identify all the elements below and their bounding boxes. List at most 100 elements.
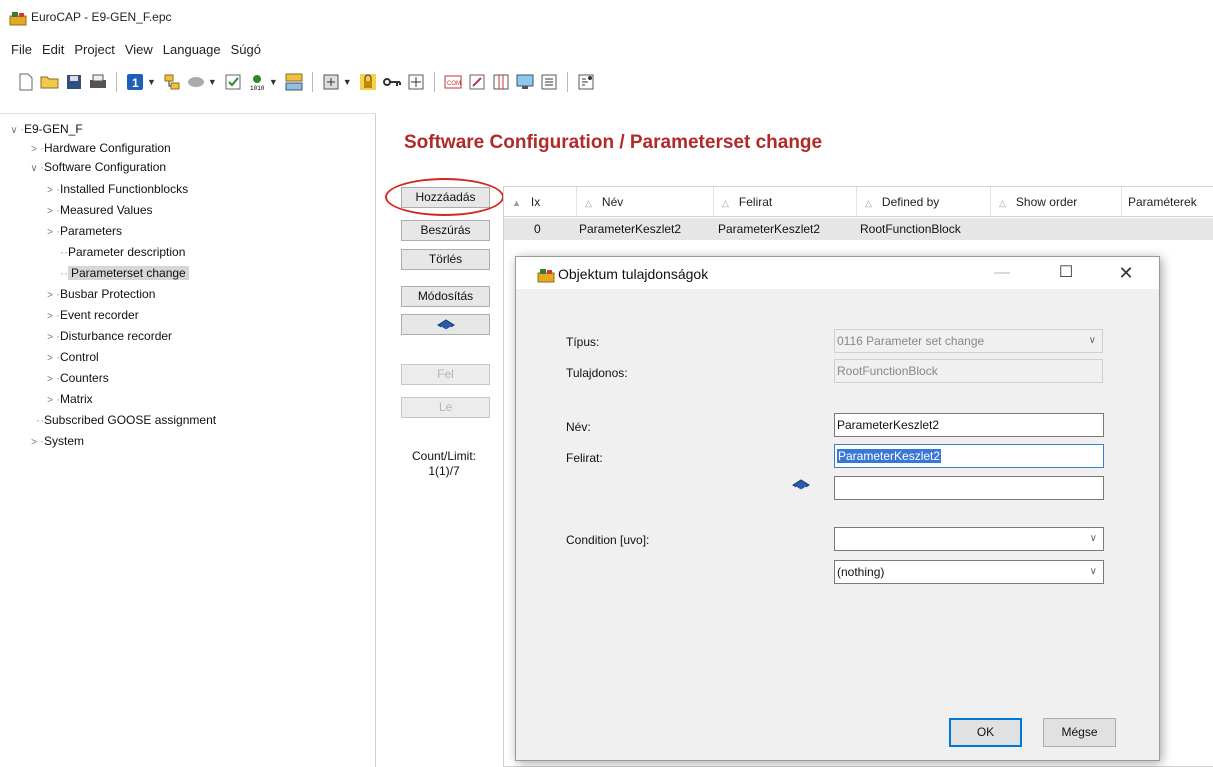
new-file-icon[interactable]: [16, 72, 36, 92]
chevron-right-icon[interactable]: >: [44, 350, 56, 368]
book-icon[interactable]: [792, 478, 810, 492]
tree-node-parameters[interactable]: > ·Parameters: [44, 222, 122, 240]
tree-node-measured[interactable]: > ·Measured Values: [44, 201, 152, 221]
app-logo-icon: [537, 269, 555, 283]
felirat-translation-input[interactable]: [834, 476, 1104, 500]
maximize-icon[interactable]: ☐: [1043, 257, 1089, 289]
cancel-button[interactable]: Mégse: [1043, 718, 1116, 747]
felirat-selected-text: ParameterKeszlet2: [837, 449, 942, 463]
chevron-right-icon[interactable]: >: [44, 371, 56, 389]
minimize-icon[interactable]: —: [979, 257, 1025, 289]
move-up-button[interactable]: Fel: [401, 364, 490, 385]
chevron-right-icon[interactable]: >: [44, 392, 56, 410]
tree-node-busbar[interactable]: > ·Busbar Protection: [44, 285, 155, 303]
check-icon[interactable]: [223, 72, 243, 92]
tree-node-system[interactable]: > ·System: [28, 432, 84, 450]
tree-node-hardware[interactable]: > ·Hardware Configuration: [28, 139, 171, 157]
tree-node-param-desc[interactable]: ··Parameter description: [60, 243, 185, 261]
chevron-down-icon[interactable]: ▼: [208, 77, 217, 87]
menu-view[interactable]: View: [120, 40, 158, 62]
key-icon[interactable]: [382, 72, 402, 92]
chevron-down-icon[interactable]: ▼: [343, 77, 352, 87]
tree-node-event[interactable]: > ·Event recorder: [44, 306, 139, 324]
menu-language[interactable]: Language: [158, 40, 226, 62]
chevron-right-icon[interactable]: >: [44, 308, 56, 326]
nev-input[interactable]: ParameterKeszlet2: [834, 413, 1104, 437]
chevron-down-icon[interactable]: ▼: [269, 77, 278, 87]
chevron-down-icon[interactable]: ∨: [8, 122, 20, 140]
tree-node-counters[interactable]: > ·Counters: [44, 369, 109, 387]
com-port-icon[interactable]: COM: [443, 72, 463, 92]
column-header-ix[interactable]: ▲ Ix: [504, 187, 577, 217]
lcd-icon[interactable]: [515, 72, 535, 92]
tree-node-control[interactable]: > ·Control: [44, 348, 99, 366]
ok-button[interactable]: OK: [949, 718, 1022, 747]
chevron-right-icon[interactable]: >: [44, 182, 56, 200]
save-icon[interactable]: [64, 72, 84, 92]
felirat-input[interactable]: ParameterKeszlet2: [834, 444, 1104, 468]
move-icon[interactable]: [406, 72, 426, 92]
binary-icon[interactable]: 1010: [247, 72, 267, 92]
menu-edit[interactable]: Edit: [37, 40, 69, 62]
properties-icon[interactable]: [576, 72, 596, 92]
print-icon[interactable]: [88, 72, 108, 92]
menu-project[interactable]: Project: [69, 40, 119, 62]
chevron-down-icon[interactable]: ▼: [147, 77, 156, 87]
tree-node-disturbance[interactable]: > ·Disturbance recorder: [44, 327, 172, 345]
toolbar-separator: [433, 72, 435, 92]
project-tree: ∨ ·E9-GEN_F > ·Hardware Configuration ∨ ·So…: [0, 113, 376, 767]
tree-node-installed[interactable]: > ·Installed Functionblocks: [44, 180, 188, 198]
column-header-parameterek[interactable]: Paraméterek: [1122, 187, 1213, 217]
tipus-select[interactable]: 0116 Parameter set change ∨: [834, 329, 1103, 353]
chevron-right-icon[interactable]: >: [28, 434, 40, 452]
tree-node-root[interactable]: ∨ ·E9-GEN_F: [8, 120, 82, 140]
condition-select[interactable]: ∨: [834, 527, 1104, 551]
tulajdonos-field[interactable]: RootFunctionBlock: [834, 359, 1103, 383]
move-down-button[interactable]: Le: [401, 397, 490, 418]
network-icon[interactable]: [162, 72, 182, 92]
book-button[interactable]: [401, 314, 490, 335]
tree-node-matrix[interactable]: > ·Matrix: [44, 390, 93, 408]
dialog-title: Objektum tulajdonságok: [558, 266, 709, 282]
device-tree-icon[interactable]: [284, 72, 304, 92]
sort-asc-icon: ▲: [512, 198, 521, 208]
menu-file[interactable]: File: [6, 40, 37, 62]
modify-button[interactable]: Módosítás: [401, 286, 490, 307]
tree-node-goose[interactable]: ··Subscribed GOOSE assignment: [36, 411, 216, 429]
tree-node-paramset-change[interactable]: ·· Parameterset change: [60, 264, 189, 282]
close-icon[interactable]: ✕: [1103, 257, 1149, 289]
chevron-right-icon[interactable]: >: [44, 329, 56, 347]
chevron-right-icon[interactable]: >: [44, 203, 56, 221]
table-row[interactable]: 0 ParameterKeszlet2 ParameterKeszlet2 Ro…: [504, 218, 1213, 240]
menu-bar: File Edit Project View Language Súgó: [0, 40, 266, 62]
settings-icon[interactable]: [321, 72, 341, 92]
column-header-show-order[interactable]: △ Show order: [991, 187, 1122, 217]
columns-icon[interactable]: [491, 72, 511, 92]
menu-help[interactable]: Súgó: [226, 40, 266, 62]
chevron-right-icon[interactable]: >: [28, 141, 40, 159]
chevron-right-icon[interactable]: >: [44, 287, 56, 305]
dialog-titlebar[interactable]: Objektum tulajdonságok — ☐ ✕: [516, 257, 1159, 289]
toolbar: 1 ▼ ▼ 1010 ▼ ▼ COM: [0, 67, 1213, 97]
edit-icon[interactable]: [467, 72, 487, 92]
column-header-defined-by[interactable]: △ Defined by: [857, 187, 991, 217]
cell-ix: 0: [534, 222, 541, 236]
toolbar-separator: [116, 72, 117, 92]
delete-button[interactable]: Törlés: [401, 249, 490, 270]
disk-icon[interactable]: [186, 72, 206, 92]
lock-icon[interactable]: [358, 72, 378, 92]
chevron-right-icon[interactable]: >: [44, 224, 56, 242]
column-header-felirat[interactable]: △ Felirat: [714, 187, 857, 217]
condition-nothing-select[interactable]: (nothing) ∨: [834, 560, 1104, 584]
column-header-nev[interactable]: △ Név: [577, 187, 714, 217]
sort-icon: △: [999, 198, 1006, 208]
number-one-icon[interactable]: 1: [125, 72, 145, 92]
list-icon[interactable]: [539, 72, 559, 92]
count-limit: Count/Limit: 1(1)/7: [398, 449, 490, 479]
felirat-label: Felirat:: [566, 451, 603, 465]
chevron-down-icon[interactable]: ∨: [28, 160, 40, 178]
insert-button[interactable]: Beszúrás: [401, 220, 490, 241]
count-limit-value: 1(1)/7: [428, 464, 460, 478]
tree-node-software[interactable]: ∨ ·Software Configuration: [28, 158, 166, 176]
open-folder-icon[interactable]: [40, 72, 60, 92]
